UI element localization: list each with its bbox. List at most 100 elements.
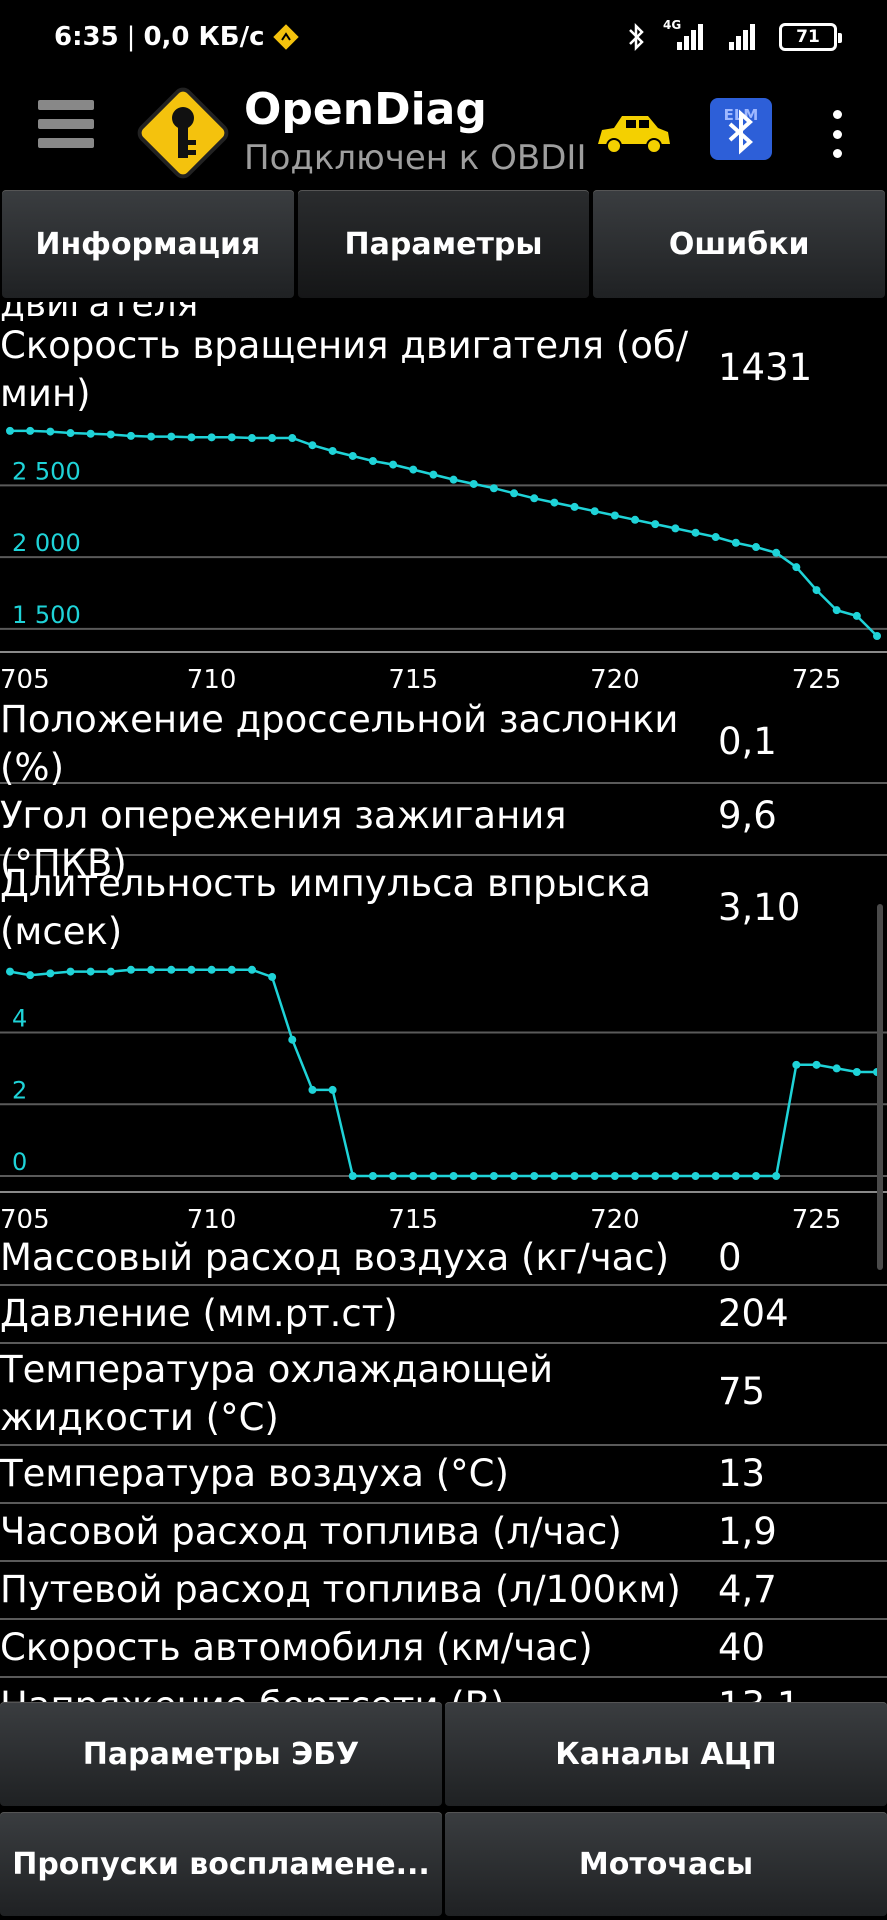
- param-row-speed[interactable]: Скорость автомобиля (км/час) 40: [0, 1620, 887, 1678]
- data-point: [711, 1172, 720, 1180]
- data-point: [731, 538, 740, 547]
- param-row-injection[interactable]: Длительность импульса впрыска (мсек) 3,1…: [0, 856, 887, 960]
- y-tick-label: 1 500: [12, 601, 81, 629]
- param-value: 4,7: [718, 1568, 777, 1611]
- param-value: 0: [718, 1236, 742, 1279]
- x-tick-label: 705: [0, 665, 50, 688]
- param-row-ignition[interactable]: Угол опережения зажигания (°ПКВ) 9,6: [0, 784, 887, 885]
- param-label: Температура воздуха (°С): [0, 1452, 509, 1495]
- data-point: [590, 1172, 599, 1180]
- data-point: [66, 429, 75, 438]
- data-point: [711, 533, 720, 542]
- ecu-params-button[interactable]: Параметры ЭБУ: [0, 1702, 442, 1806]
- signal-icon: [729, 24, 755, 50]
- status-separator: |: [126, 22, 136, 52]
- param-row-maf[interactable]: Массовый расход воздуха (кг/час) 0: [0, 1228, 887, 1286]
- data-point: [812, 586, 821, 595]
- more-options-icon[interactable]: [822, 106, 852, 162]
- parameters-list[interactable]: двигателя Скорость вращения двигателя (о…: [0, 302, 887, 1702]
- data-point: [550, 498, 559, 507]
- status-time: 6:35: [54, 22, 119, 52]
- param-value: 13: [718, 1452, 766, 1495]
- data-point: [126, 965, 135, 974]
- data-point: [348, 1172, 357, 1180]
- data-point: [106, 430, 115, 439]
- series-line: [10, 429, 878, 637]
- data-point: [489, 1172, 498, 1180]
- x-tick-label: 705: [0, 1205, 50, 1228]
- param-row-voltage[interactable]: Напряжение бортсети (В) 13,1: [0, 1678, 887, 1702]
- y-tick-label: 0: [12, 1148, 27, 1176]
- rpm-chart-svg: 2 500 2 000 1 500 705 710 715 720 725: [0, 426, 887, 688]
- tab-errors[interactable]: Ошибки: [593, 190, 886, 298]
- adc-channels-button[interactable]: Каналы АЦП: [445, 1702, 887, 1806]
- param-row-fuel-hour[interactable]: Часовой расход топлива (л/час) 1,9: [0, 1504, 887, 1562]
- data-point: [86, 967, 95, 976]
- data-point: [631, 515, 640, 524]
- data-point: [348, 451, 357, 460]
- param-value: 9,6: [718, 794, 777, 837]
- tab-information[interactable]: Информация: [2, 190, 294, 298]
- misfire-button[interactable]: Пропуски воспламене...: [0, 1812, 442, 1916]
- param-label: Длительность импульса впрыска (мсек): [0, 862, 652, 953]
- param-value: 1,9: [718, 1510, 777, 1553]
- data-point: [510, 1172, 519, 1180]
- x-tick-label: 725: [792, 1205, 842, 1228]
- param-row-fuel-100km[interactable]: Путевой расход топлива (л/100км) 4,7: [0, 1562, 887, 1620]
- status-network-speed: 0,0 КБ/с: [143, 22, 265, 52]
- injection-chart: 4 2 0 705 710 715 720 725: [0, 954, 887, 1228]
- data-point: [308, 1085, 317, 1094]
- data-point: [610, 1172, 619, 1180]
- battery-icon: 71: [779, 23, 842, 51]
- data-point: [832, 606, 841, 615]
- data-point: [66, 967, 75, 976]
- data-point: [489, 484, 498, 493]
- param-row-throttle[interactable]: Положение дроссельной заслонки (%) 0,1: [0, 698, 887, 789]
- data-point: [812, 1060, 821, 1069]
- data-point: [207, 433, 216, 442]
- data-point: [187, 965, 196, 974]
- data-point: [268, 972, 277, 981]
- param-row-coolant[interactable]: Температура охлаждающей жидкости (°С) 75: [0, 1344, 887, 1446]
- data-point: [752, 543, 761, 552]
- injection-chart-svg: 4 2 0 705 710 715 720 725: [0, 965, 887, 1228]
- param-row-air-temp[interactable]: Температура воздуха (°С) 13: [0, 1446, 887, 1504]
- param-row-pressure[interactable]: Давление (мм.рт.ст) 204: [0, 1286, 887, 1344]
- y-tick-label: 2 000: [12, 529, 81, 557]
- data-point: [368, 456, 377, 465]
- engine-hours-button[interactable]: Моточасы: [445, 1812, 887, 1916]
- scrollbar[interactable]: [877, 904, 883, 1270]
- data-point: [691, 528, 700, 537]
- data-point: [247, 434, 256, 443]
- car-icon[interactable]: [594, 106, 674, 162]
- data-point: [429, 470, 438, 479]
- data-point: [46, 969, 55, 978]
- data-point: [510, 489, 519, 498]
- bluetooth-adapter-icon[interactable]: ELM: [708, 96, 774, 162]
- data-point: [308, 441, 317, 450]
- data-point: [46, 427, 55, 436]
- data-point: [288, 1035, 297, 1044]
- series-line: [9, 968, 877, 1178]
- data-point: [247, 965, 256, 974]
- param-label: Массовый расход воздуха (кг/час): [0, 1236, 670, 1279]
- data-point: [227, 965, 236, 974]
- x-tick-label: 710: [187, 665, 237, 688]
- data-point: [268, 434, 277, 443]
- param-value: 3,10: [718, 886, 801, 929]
- param-value: 1431: [718, 346, 813, 389]
- param-row-rpm[interactable]: Скорость вращения двигателя (об/мин) 143…: [0, 318, 887, 422]
- y-tick-label: 2: [12, 1076, 27, 1104]
- param-value: 75: [718, 1370, 766, 1413]
- data-point: [873, 632, 881, 640]
- app-title: OpenDiag: [244, 84, 487, 135]
- data-point: [126, 431, 135, 440]
- param-label: Скорость вращения двигателя (об/мин): [0, 324, 689, 415]
- connection-status: Подключен к OBDII: [244, 138, 587, 178]
- data-point: [187, 433, 196, 442]
- x-tick-label: 720: [590, 665, 640, 688]
- data-point: [26, 971, 35, 980]
- tab-parameters[interactable]: Параметры: [297, 190, 590, 298]
- navigation-sign-icon: [272, 24, 299, 50]
- menu-icon[interactable]: [38, 100, 94, 156]
